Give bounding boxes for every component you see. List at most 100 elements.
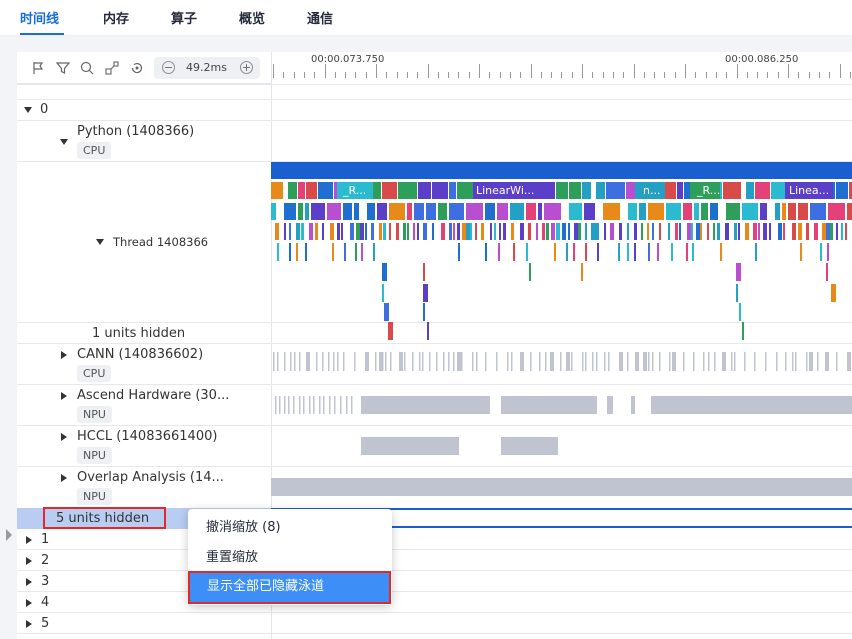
slice[interactable]: [731, 352, 733, 371]
slice[interactable]: [365, 352, 369, 371]
slice[interactable]: [413, 223, 415, 240]
slice[interactable]: [385, 352, 387, 371]
slice[interactable]: [436, 352, 438, 371]
slice[interactable]: [714, 352, 716, 371]
slice[interactable]: [831, 284, 836, 302]
slice[interactable]: [806, 223, 809, 240]
slice[interactable]: [337, 352, 339, 371]
slice[interactable]: [318, 182, 333, 199]
slice[interactable]: [847, 352, 851, 371]
slice[interactable]: [296, 223, 300, 240]
slice[interactable]: [710, 203, 718, 220]
slice[interactable]: [396, 223, 399, 240]
slice[interactable]: [383, 223, 386, 240]
slice[interactable]: [279, 396, 281, 414]
slice[interactable]: [284, 396, 286, 414]
slice[interactable]: [327, 203, 341, 220]
slice[interactable]: [510, 203, 524, 220]
slice[interactable]: [360, 223, 364, 240]
flag-icon[interactable]: [31, 60, 47, 76]
zoom-out-button[interactable]: −: [162, 61, 175, 74]
slice[interactable]: [511, 223, 514, 240]
slice[interactable]: [608, 352, 610, 371]
slice[interactable]: [542, 223, 545, 240]
slice[interactable]: [726, 203, 740, 220]
slice[interactable]: [817, 352, 819, 371]
slice[interactable]: [578, 223, 581, 240]
expand-card-0-toggle[interactable]: [24, 107, 32, 113]
slice[interactable]: [382, 182, 397, 199]
slice[interactable]: [429, 352, 431, 371]
slice[interactable]: [566, 243, 568, 261]
slice[interactable]: [574, 223, 578, 240]
slice[interactable]: [323, 396, 325, 414]
slice[interactable]: [798, 203, 808, 220]
slice[interactable]: [289, 243, 291, 261]
slice[interactable]: [389, 223, 391, 240]
slice[interactable]: [722, 352, 726, 371]
slice[interactable]: [346, 396, 348, 414]
timeline-tracks[interactable]: [271, 162, 852, 502]
slice[interactable]: [494, 223, 496, 240]
slice[interactable]: [627, 223, 629, 240]
slice[interactable]: [536, 223, 538, 240]
slice[interactable]: [356, 223, 360, 240]
slice[interactable]: [569, 203, 582, 220]
slice[interactable]: [828, 203, 845, 220]
slice[interactable]: [388, 322, 393, 340]
expand-card-2-toggle[interactable]: [26, 557, 32, 565]
slice[interactable]: [306, 352, 310, 371]
slice[interactable]: [271, 203, 276, 220]
reset-zoom-menu-item[interactable]: 重置缩放: [188, 543, 392, 573]
slice[interactable]: [595, 223, 599, 240]
slice[interactable]: [546, 223, 549, 240]
slice[interactable]: [361, 243, 363, 261]
slice[interactable]: [426, 203, 436, 220]
slice[interactable]: [322, 352, 324, 371]
expand-python-toggle[interactable]: [60, 139, 68, 145]
tab-communication[interactable]: 通信: [307, 8, 333, 27]
tab-overview[interactable]: 概览: [239, 8, 265, 27]
slice[interactable]: [585, 223, 587, 240]
slice[interactable]: [742, 322, 744, 340]
slice[interactable]: [628, 203, 637, 220]
collapse-panel-icon[interactable]: [6, 529, 12, 541]
slice[interactable]: [845, 223, 847, 240]
slice[interactable]: [328, 352, 330, 371]
slice[interactable]: [746, 182, 754, 199]
slice[interactable]: [691, 223, 693, 240]
slice[interactable]: [592, 352, 594, 371]
slice[interactable]: [738, 223, 740, 240]
slice[interactable]: [284, 223, 286, 240]
slice[interactable]: [298, 182, 305, 199]
slice[interactable]: [315, 223, 318, 240]
slice[interactable]: [343, 352, 345, 371]
slice[interactable]: [641, 223, 643, 240]
slice[interactable]: [438, 203, 447, 220]
slice[interactable]: [836, 182, 848, 199]
slice[interactable]: [827, 243, 829, 261]
slice[interactable]: [448, 352, 450, 371]
slice[interactable]: [423, 303, 425, 321]
slice[interactable]: [407, 223, 409, 240]
slice[interactable]: [354, 203, 359, 220]
units-hidden-label[interactable]: 1 units hidden: [92, 326, 185, 341]
slice[interactable]: [382, 352, 384, 371]
slice[interactable]: [289, 223, 291, 240]
expand-overlap-toggle[interactable]: [61, 474, 67, 482]
slice[interactable]: [290, 352, 292, 371]
slice[interactable]: [457, 182, 475, 199]
slice[interactable]: [329, 396, 331, 414]
slice[interactable]: [687, 223, 691, 240]
slice[interactable]: [501, 396, 597, 414]
slice[interactable]: [319, 396, 321, 414]
slice[interactable]: [800, 243, 802, 261]
slice[interactable]: [453, 223, 455, 240]
expand-card-3-toggle[interactable]: [26, 578, 32, 586]
slice[interactable]: [545, 352, 547, 371]
slice[interactable]: [635, 352, 639, 371]
slice[interactable]: [526, 203, 536, 220]
slice[interactable]: [305, 243, 307, 261]
slice[interactable]: [398, 182, 417, 199]
slice[interactable]: [344, 243, 346, 261]
